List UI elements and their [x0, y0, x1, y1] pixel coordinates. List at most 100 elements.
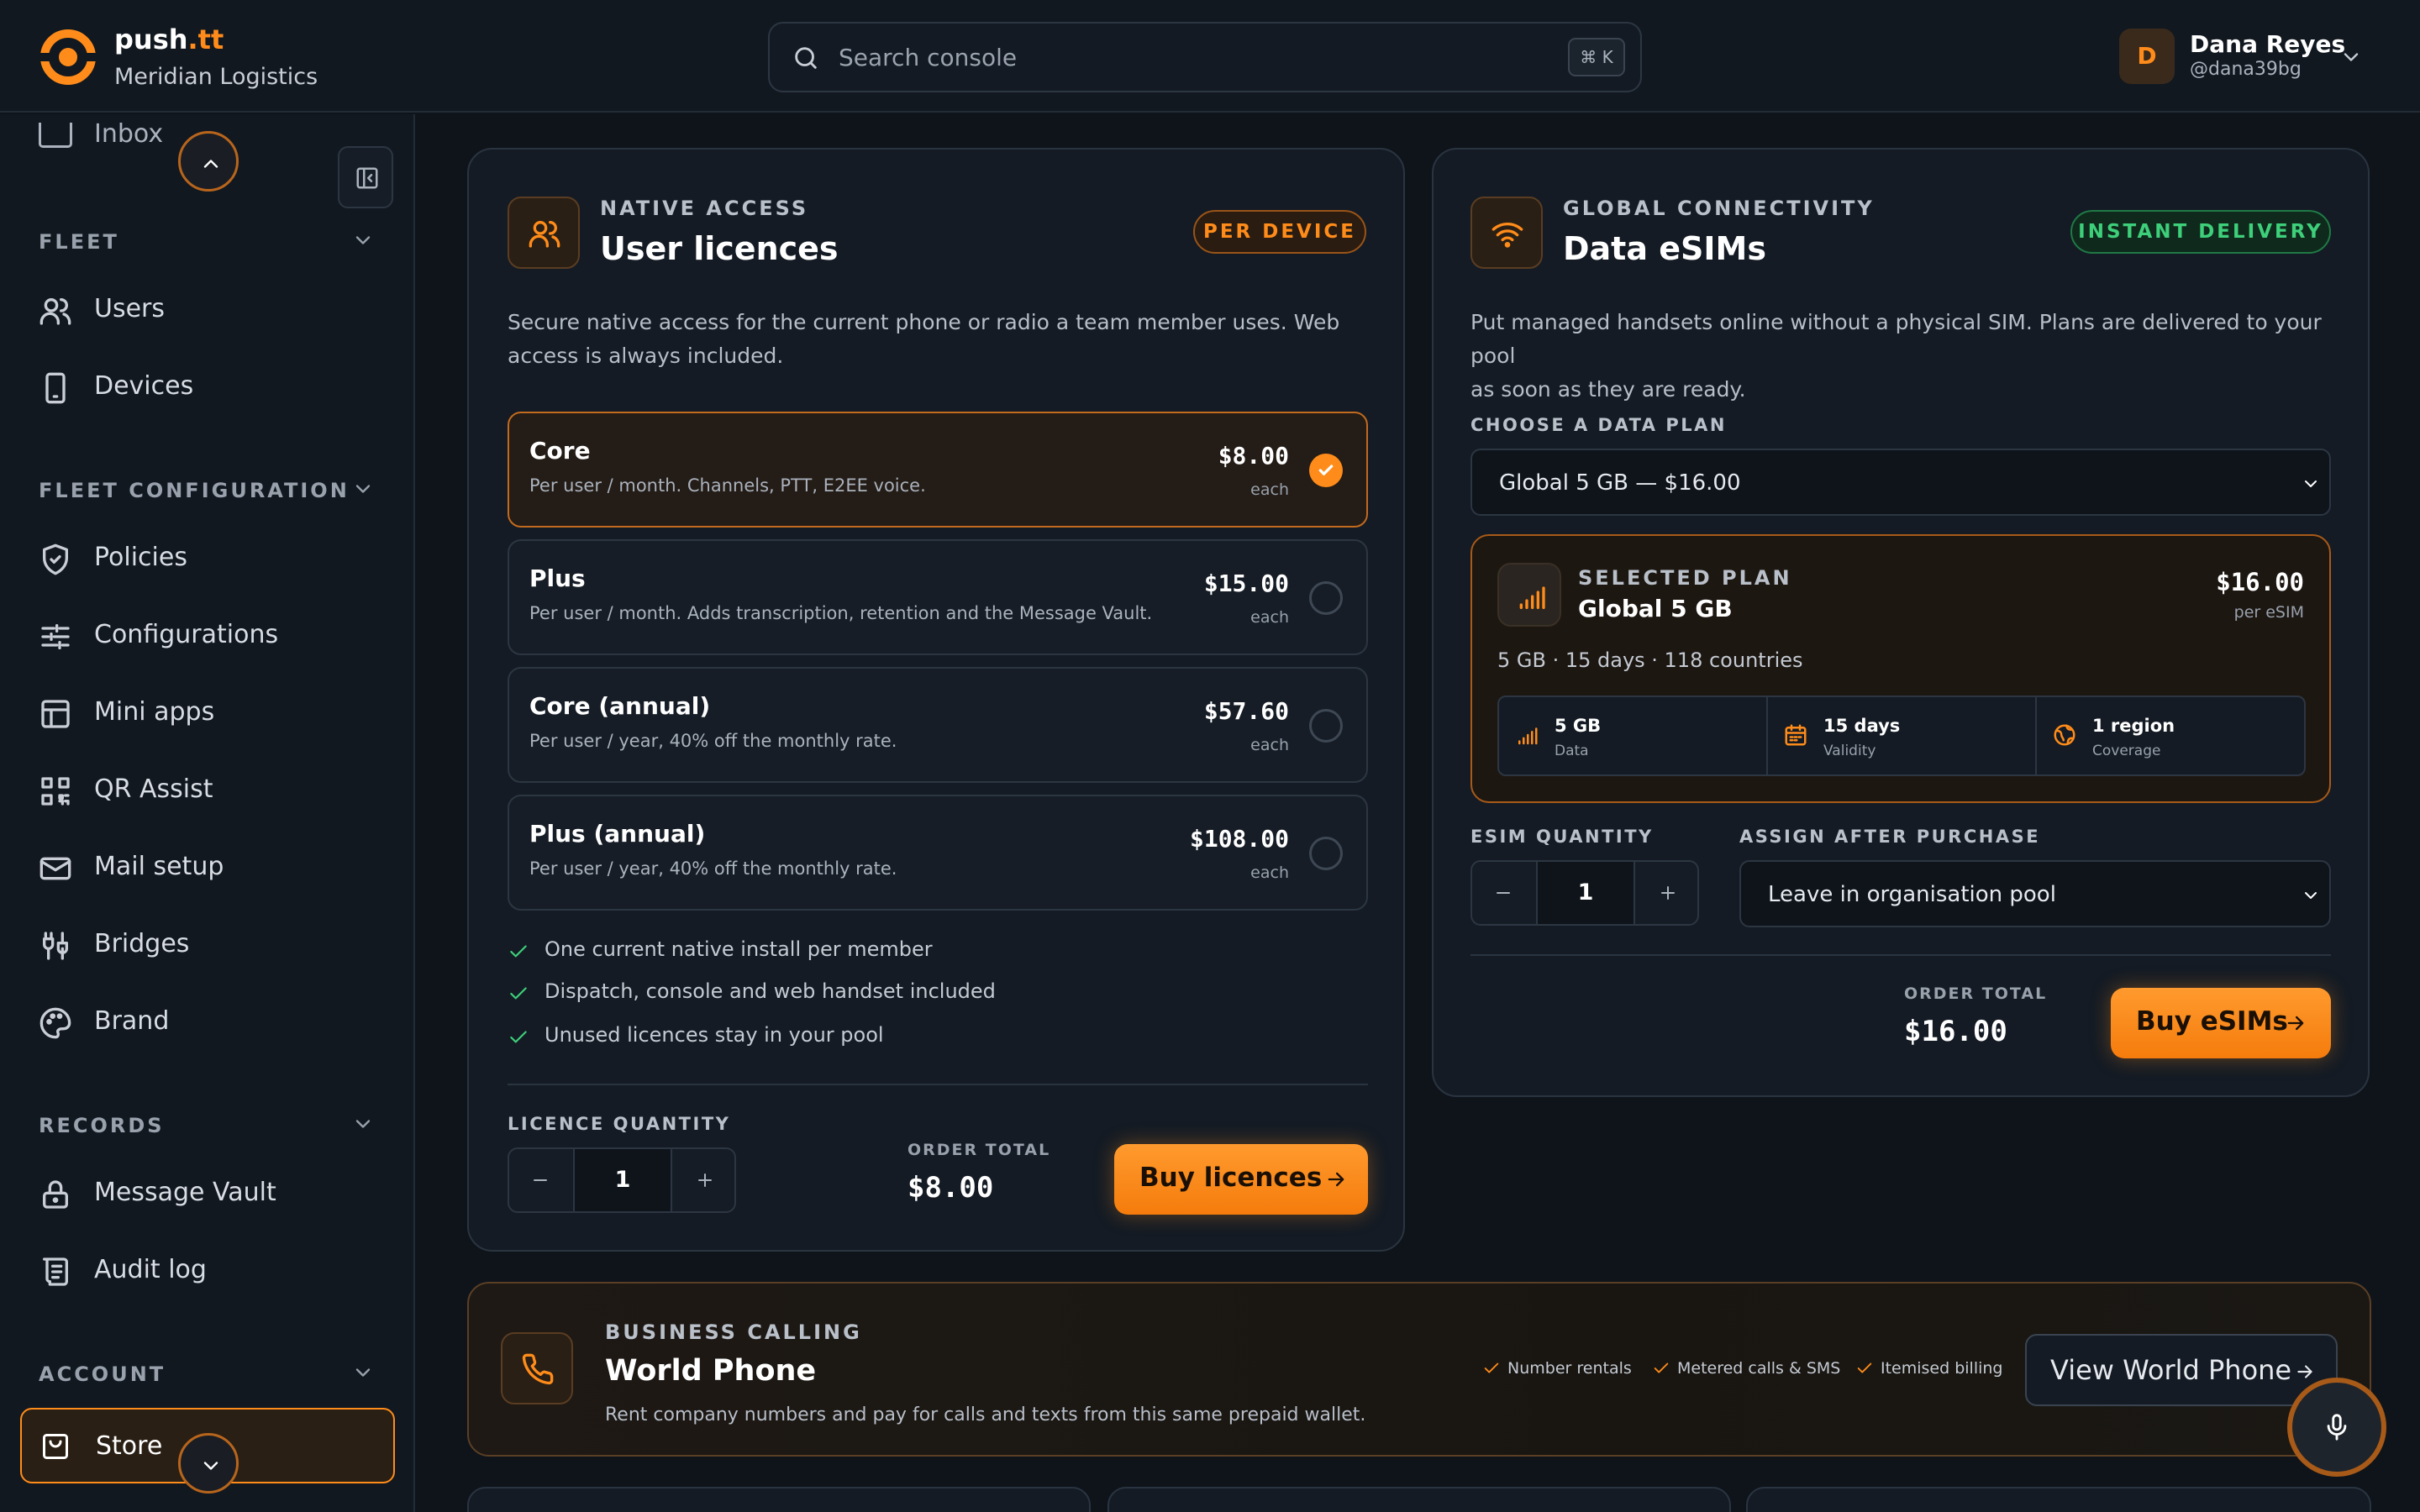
sidebar: Inbox FLEET Users Devices FLEET CONFIGUR…: [0, 114, 415, 1512]
plan-price: $8.00: [1218, 442, 1289, 470]
chevron-down-icon[interactable]: [351, 228, 375, 252]
sidebar-item-label: Audit log: [94, 1255, 207, 1284]
esim-quantity-stepper[interactable]: 1: [1470, 860, 1699, 926]
sidebar-item-users[interactable]: Users: [0, 277, 413, 344]
plan-price: $15.00: [1203, 570, 1289, 597]
plan-option-plus-annual[interactable]: Plus (annual) Per user / year, 40% off t…: [508, 795, 1368, 911]
sidebar-item-message-vault[interactable]: Message Vault: [0, 1161, 413, 1228]
plan-option-core-annual[interactable]: Core (annual) Per user / year, 40% off t…: [508, 667, 1368, 783]
search-input[interactable]: Search console ⌘ K: [768, 22, 1642, 92]
sidebar-item-devices[interactable]: Devices: [0, 354, 413, 422]
card-placeholder: [1746, 1487, 2371, 1512]
per-device-badge: PER DEVICE: [1193, 210, 1366, 254]
brand-logo-icon[interactable]: [39, 28, 97, 87]
avatar[interactable]: D: [2119, 29, 2175, 84]
plan-name: Plus (annual): [529, 820, 706, 848]
chevron-down-icon[interactable]: [2339, 45, 2363, 69]
decrement-button[interactable]: [509, 1149, 571, 1211]
selected-plan-price: $16.00: [2216, 568, 2304, 596]
quantity-value[interactable]: 1: [1536, 862, 1635, 924]
plan-option-plus[interactable]: Plus Per user / month. Adds transcriptio…: [508, 539, 1368, 655]
section-fleet[interactable]: FLEET: [39, 230, 119, 254]
divider: [508, 1084, 1368, 1085]
quantity-label: LICENCE QUANTITY: [508, 1114, 731, 1134]
brand-name: push.tt: [114, 24, 224, 55]
plan-unit: each: [1250, 864, 1289, 882]
plan-description: Per user / month. Adds transcription, re…: [529, 603, 1153, 623]
radio-button[interactable]: [1309, 709, 1343, 743]
chevron-down-icon[interactable]: [351, 1112, 375, 1136]
sidebar-item-policies[interactable]: Policies: [0, 526, 413, 593]
increment-button[interactable]: [1637, 862, 1699, 924]
plan-unit: each: [1250, 608, 1289, 627]
selected-plan-unit: per eSIM: [2233, 603, 2304, 622]
decrement-button[interactable]: [1472, 862, 1534, 924]
top-bar: push.tt Meridian Logistics Search consol…: [0, 0, 2420, 113]
section-fleet-configuration[interactable]: FLEET CONFIGURATION: [39, 479, 350, 502]
sidebar-item-label: Mail setup: [94, 852, 224, 881]
shield-icon: [39, 543, 72, 576]
card-description: Rent company numbers and pay for calls a…: [605, 1404, 1366, 1425]
buy-esims-button[interactable]: Buy eSIMs: [2111, 988, 2331, 1058]
signal-icon: [1518, 727, 1538, 745]
search-placeholder: Search console: [839, 44, 1018, 71]
scroll-up-button[interactable]: [178, 131, 239, 192]
search-shortcut-badge: ⌘ K: [1568, 38, 1625, 76]
scroll-down-button[interactable]: [178, 1433, 239, 1494]
view-world-phone-button[interactable]: View World Phone: [2025, 1334, 2338, 1406]
quantity-value[interactable]: 1: [573, 1149, 672, 1211]
sidebar-item-label: QR Assist: [94, 774, 213, 804]
sliders-icon: [39, 620, 72, 654]
sidebar-item-bridges[interactable]: Bridges: [0, 912, 413, 979]
sidebar-item-audit-log[interactable]: Audit log: [0, 1238, 413, 1305]
users-icon: [39, 294, 72, 328]
sidebar-item-mail-setup[interactable]: Mail setup: [0, 835, 413, 902]
section-records[interactable]: RECORDS: [39, 1114, 165, 1137]
section-account[interactable]: ACCOUNT: [39, 1362, 166, 1386]
plan-option-core[interactable]: Core Per user / month. Channels, PTT, E2…: [508, 412, 1368, 528]
check-icon[interactable]: [1309, 454, 1343, 487]
order-total-value: $8.00: [908, 1171, 994, 1205]
collapse-sidebar-button[interactable]: [338, 146, 393, 208]
bag-icon: [40, 1431, 71, 1462]
sidebar-item-label: Message Vault: [94, 1178, 276, 1207]
selected-plan-panel: SELECTED PLAN Global 5 GB $16.00 per eSI…: [1470, 534, 2331, 803]
quantity-stepper[interactable]: 1: [508, 1147, 736, 1213]
plan-name: Plus: [529, 564, 586, 592]
card-description: Secure native access for the current pho…: [508, 310, 1340, 368]
buy-licences-button[interactable]: Buy licences: [1114, 1144, 1368, 1215]
phone-icon: [501, 1332, 573, 1404]
scroll-icon: [39, 1255, 72, 1289]
sidebar-item-label: Bridges: [94, 929, 190, 958]
order-total-value: $16.00: [1904, 1015, 2007, 1048]
assign-select[interactable]: Leave in organisation pool: [1739, 860, 2331, 927]
organisation-name: Meridian Logistics: [114, 64, 318, 90]
plan-description: Per user / year, 40% off the monthly rat…: [529, 731, 897, 751]
radio-button[interactable]: [1309, 837, 1343, 870]
world-phone-card: BUSINESS CALLING World Phone Rent compan…: [467, 1282, 2371, 1457]
chevron-down-icon[interactable]: [351, 477, 375, 501]
card-title: Data eSIMs: [1563, 230, 1766, 267]
wifi-icon: [1470, 197, 1543, 269]
card-placeholder: [1107, 1487, 1731, 1512]
user-name[interactable]: Dana Reyes: [2190, 30, 2345, 58]
device-icon: [39, 371, 72, 405]
chevron-down-icon[interactable]: [351, 1361, 375, 1384]
sidebar-item-mini-apps[interactable]: Mini apps: [0, 680, 413, 748]
data-plan-select[interactable]: Global 5 GB — $16.00: [1470, 449, 2331, 516]
plan-unit: each: [1250, 736, 1289, 754]
sidebar-item-inbox[interactable]: Inbox: [94, 123, 163, 153]
users-icon: [508, 197, 580, 269]
sidebar-item-label: Devices: [94, 371, 194, 401]
sidebar-item-label: Users: [94, 294, 166, 323]
sidebar-item-configurations[interactable]: Configurations: [0, 603, 413, 670]
divider: [1470, 954, 2331, 956]
increment-button[interactable]: [674, 1149, 736, 1211]
sidebar-item-brand[interactable]: Brand: [0, 990, 413, 1057]
plan-description: Per user / month. Channels, PTT, E2EE vo…: [529, 475, 926, 496]
sidebar-item-qr-assist[interactable]: QR Assist: [0, 758, 413, 825]
radio-button[interactable]: [1309, 581, 1343, 615]
plan-name: Core (annual): [529, 692, 711, 720]
stat-coverage: 1 region Coverage: [2035, 696, 2306, 776]
microphone-button[interactable]: [2287, 1378, 2386, 1477]
